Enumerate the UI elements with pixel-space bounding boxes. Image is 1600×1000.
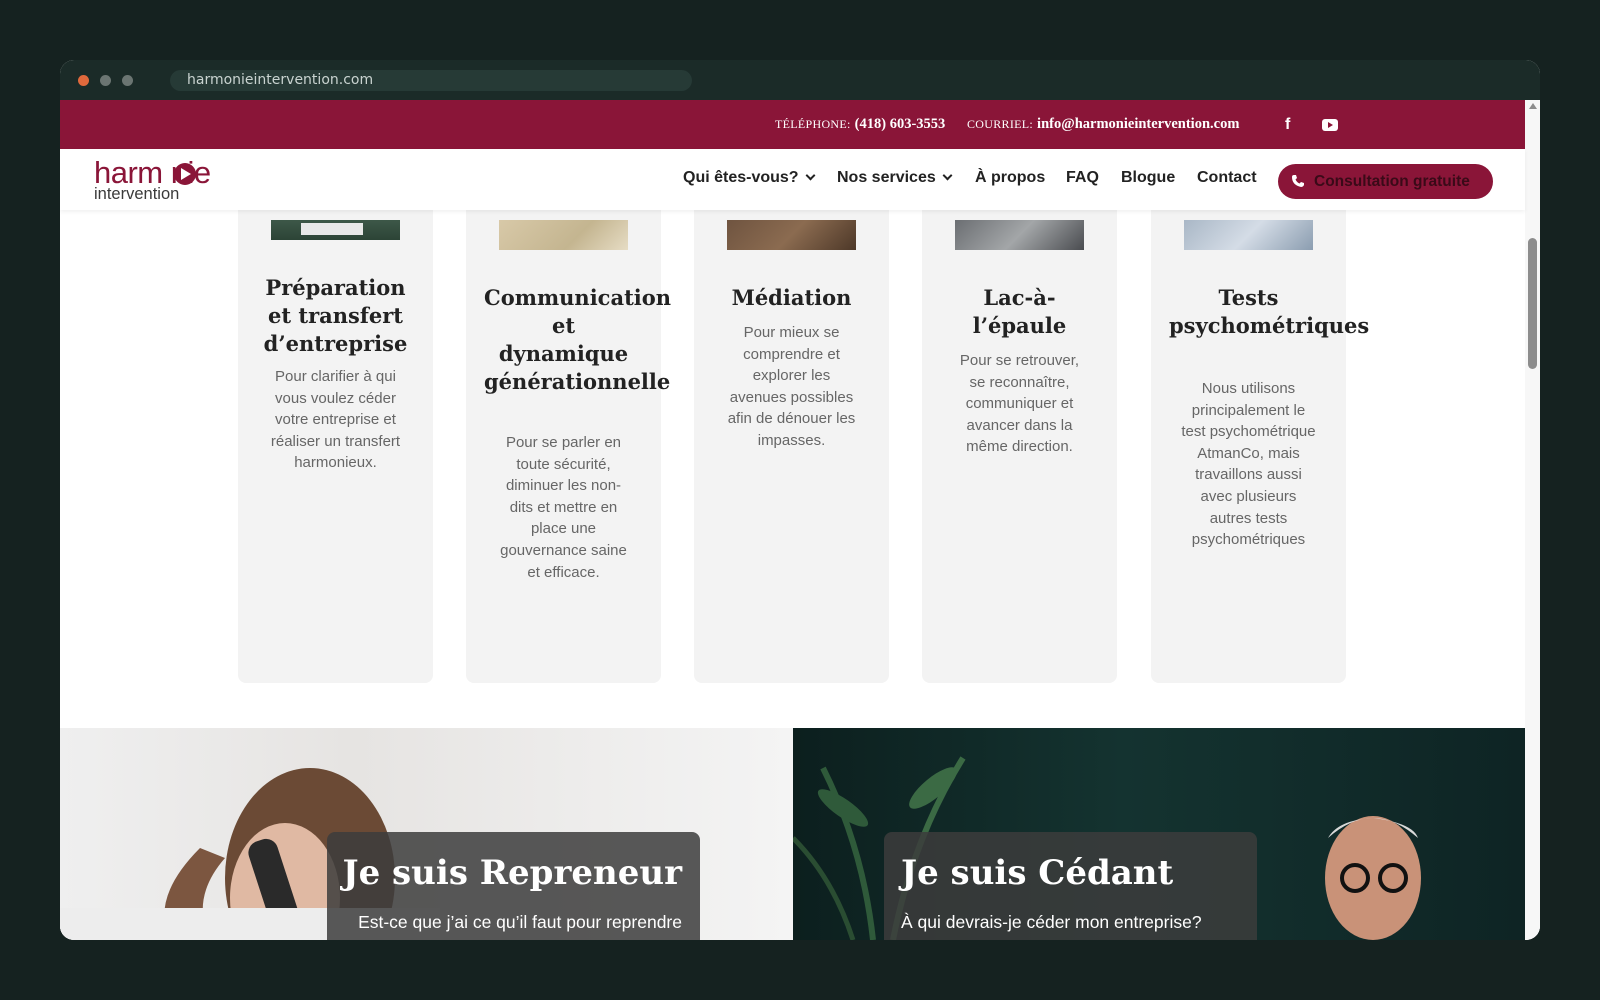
cedant-panel[interactable]: Je suis Cédant À qui devrais-je céder mo…	[793, 728, 1525, 940]
nav-item-faq[interactable]: FAQ	[1066, 169, 1099, 187]
main-navbar: harm nie intervention Qui êtes-vous? Nos…	[60, 149, 1525, 210]
nav-item-blogue[interactable]: Blogue	[1121, 169, 1175, 187]
service-image	[955, 220, 1084, 250]
service-title[interactable]: Médiation	[712, 284, 871, 312]
harmonie-logo[interactable]: harm nie intervention	[94, 155, 254, 203]
browser-toolbar: harmonieintervention.com	[60, 60, 1540, 100]
repreneur-panel[interactable]: Je suis Repreneur Est-ce que j’ai ce qu’…	[60, 728, 793, 940]
service-card[interactable]: Préparation et transfert d’entreprise Po…	[238, 160, 433, 683]
repreneur-box: Je suis Repreneur Est-ce que j’ai ce qu’…	[327, 832, 700, 940]
service-title[interactable]: Lac-à-l’épaule	[940, 284, 1099, 340]
letter-blocks-image	[301, 223, 363, 235]
service-card[interactable]: Tests psychométriques Nous utilisons pri…	[1151, 160, 1369, 683]
nav-item-label: Nos services	[837, 169, 936, 186]
email-contact[interactable]: COURRIEL: info@harmonieintervention.com	[967, 115, 1239, 133]
repreneur-title[interactable]: Je suis Repreneur	[342, 854, 682, 892]
cedant-box: Je suis Cédant À qui devrais-je céder mo…	[884, 832, 1257, 940]
address-bar[interactable]: harmonieintervention.com	[170, 70, 692, 91]
scrollbar-thumb[interactable]	[1528, 238, 1537, 369]
nav-item-nos-services[interactable]: Nos services	[837, 169, 953, 187]
scroll-up-arrow-icon[interactable]	[1529, 103, 1537, 109]
minimize-window-button[interactable]	[100, 75, 111, 86]
service-description: Pour se retrouver, se reconnaître, commu…	[959, 352, 1080, 456]
consultation-button[interactable]: Consultation gratuite	[1278, 164, 1493, 199]
consultation-button-label: Consultation gratuite	[1314, 173, 1470, 190]
vertical-scrollbar[interactable]	[1525, 100, 1540, 940]
service-title[interactable]: Tests psychométriques	[1169, 284, 1369, 340]
phone-number[interactable]: (418) 603-3553	[855, 116, 946, 132]
phone-label: TÉLÉPHONE:	[775, 117, 851, 131]
cedant-title[interactable]: Je suis Cédant	[901, 854, 1173, 892]
contact-topbar: TÉLÉPHONE: (418) 603-3553 COURRIEL: info…	[60, 100, 1525, 149]
service-card[interactable]: Communication et dynamique générationnel…	[466, 160, 671, 683]
service-image	[1184, 220, 1313, 250]
facebook-icon[interactable]: f	[1285, 116, 1297, 134]
phone-icon	[1292, 175, 1304, 187]
nav-item-label: Qui êtes-vous?	[683, 169, 799, 186]
nav-item-qui-etes-vous[interactable]: Qui êtes-vous?	[683, 169, 816, 187]
youtube-icon[interactable]	[1322, 119, 1338, 131]
repreneur-text: Est-ce que j’ai ce qu’il faut pour repre…	[358, 912, 682, 940]
service-image	[271, 220, 400, 240]
logo-subtitle: intervention	[94, 185, 180, 203]
service-description: Pour clarifier à qui vous voulez céder v…	[270, 368, 401, 472]
service-card[interactable]: Lac-à-l’épaule Pour se retrouver, se rec…	[922, 160, 1117, 683]
email-address[interactable]: info@harmonieintervention.com	[1037, 116, 1239, 132]
phone-contact[interactable]: TÉLÉPHONE: (418) 603-3553	[775, 115, 945, 133]
page-viewport: TÉLÉPHONE: (418) 603-3553 COURRIEL: info…	[60, 100, 1540, 940]
service-title[interactable]: Communication et dynamique générationnel…	[484, 284, 671, 396]
chevron-down-icon	[805, 170, 816, 181]
service-title[interactable]: Préparation et transfert d’entreprise	[256, 274, 415, 358]
service-image	[499, 220, 628, 250]
nav-item-contact[interactable]: Contact	[1197, 169, 1257, 187]
browser-window: harmonieintervention.com TÉLÉPHONE: (418…	[60, 60, 1540, 940]
service-image	[727, 220, 856, 250]
service-description: Pour se parler en toute sécurité, diminu…	[500, 434, 627, 581]
email-label: COURRIEL:	[967, 117, 1034, 131]
nav-item-a-propos[interactable]: À propos	[975, 169, 1045, 187]
maximize-window-button[interactable]	[122, 75, 133, 86]
service-card[interactable]: Médiation Pour mieux se comprendre et ex…	[694, 160, 889, 683]
cedant-text: À qui devrais-je céder mon entreprise? C…	[901, 912, 1219, 940]
close-window-button[interactable]	[78, 75, 89, 86]
service-description: Nous utilisons principalement le test ps…	[1181, 380, 1316, 549]
logo-triangle-icon	[174, 163, 196, 185]
chevron-down-icon	[942, 170, 953, 181]
service-description: Pour mieux se comprendre et explorer les…	[727, 324, 856, 449]
